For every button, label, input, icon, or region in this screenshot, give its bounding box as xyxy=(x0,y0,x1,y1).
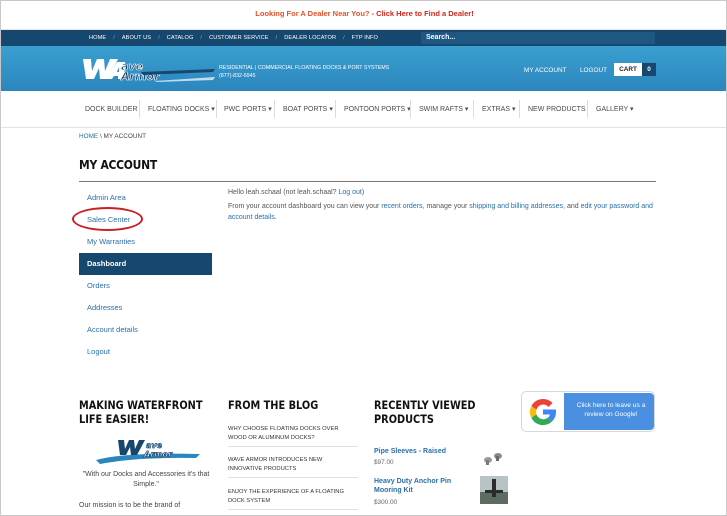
nav-gallery[interactable]: GALLERY ▾ xyxy=(596,91,634,128)
dealer-promo-bar[interactable]: Looking For A Dealer Near You? - Click H… xyxy=(1,1,726,30)
sidemenu-addresses[interactable]: Addresses xyxy=(79,297,212,319)
greeting: Hello leah.schaal (not leah.schaal? Log … xyxy=(228,189,365,196)
topnav-catalog[interactable]: CATALOG xyxy=(167,35,194,41)
blog-post-link[interactable]: ENJOY THE EXPERIENCE OF A FLOATING DOCK … xyxy=(228,488,358,510)
logout-link[interactable]: LOGOUT xyxy=(580,67,607,74)
header-phone[interactable]: (877)-832-6945 xyxy=(219,72,389,80)
chevron-down-icon: ▾ xyxy=(464,106,469,113)
page-title: MY ACCOUNT xyxy=(79,157,157,172)
chevron-down-icon: ▾ xyxy=(511,106,516,113)
dashboard-intro: From your account dashboard you can view… xyxy=(228,203,653,221)
topnav-ftp-info[interactable]: FTP INFO xyxy=(352,35,378,41)
topnav-about-us[interactable]: ABOUT US xyxy=(122,35,151,41)
nav-pontoon-ports[interactable]: PONTOON PORTS ▾ xyxy=(344,91,411,128)
recent-orders-link[interactable]: recent orders xyxy=(381,203,422,210)
dashboard-content: Hello leah.schaal (not leah.schaal? Log … xyxy=(228,187,658,223)
footer-blog-title: FROM THE BLOG xyxy=(228,398,319,412)
chevron-down-icon: ▾ xyxy=(630,106,634,113)
chevron-down-icon: ▾ xyxy=(329,106,333,113)
google-review-button[interactable]: Click here to leave us a review on Googl… xyxy=(521,391,655,432)
anchor-pin-kit-thumbnail[interactable] xyxy=(480,476,508,504)
nav-pwc-ports[interactable]: PWC PORTS ▾ xyxy=(224,91,272,128)
topnav-customer-service[interactable]: CUSTOMER SERVICE xyxy=(209,35,269,41)
product-price: $300.00 xyxy=(374,499,398,506)
svg-text:ave: ave xyxy=(146,441,163,450)
sidemenu-dashboard[interactable]: Dashboard xyxy=(79,253,212,275)
addresses-link[interactable]: shipping and billing addresses xyxy=(469,203,563,210)
product-link[interactable]: Pipe Sleeves - Raised xyxy=(374,447,474,456)
sales-center-highlight-circle xyxy=(72,207,143,231)
sidemenu-admin-area[interactable]: Admin Area xyxy=(79,187,212,209)
sidemenu-logout[interactable]: Logout xyxy=(79,341,212,363)
footer-mission: Our mission is to be the brand of xyxy=(79,502,181,509)
product-price: $97.00 xyxy=(374,459,394,466)
footer-recently-viewed-title: RECENTLY VIEWED PRODUCTS xyxy=(374,398,476,426)
search-input[interactable]: Search... xyxy=(421,32,655,44)
sidemenu-my-warranties[interactable]: My Warranties xyxy=(79,231,212,253)
footer-col1-title: MAKING WATERFRONT LIFE EASIER! xyxy=(79,398,203,426)
nav-swim-rafts[interactable]: SWIM RAFTS ▾ xyxy=(419,91,468,128)
promo-question: Looking For A Dealer Near You? xyxy=(255,9,370,18)
cart-count-badge[interactable]: 0 xyxy=(642,63,656,76)
review-cta-text: Click here to leave us a review on Googl… xyxy=(576,402,646,418)
nav-extras[interactable]: EXTRAS ▾ xyxy=(482,91,515,128)
find-dealer-link[interactable]: Click Here to Find a Dealer! xyxy=(376,9,474,18)
page-frame: Looking For A Dealer Near You? - Click H… xyxy=(0,0,727,516)
breadcrumb-home[interactable]: HOME xyxy=(79,133,98,140)
nav-boat-ports[interactable]: BOAT PORTS ▾ xyxy=(283,91,333,128)
title-divider xyxy=(79,181,656,182)
top-utility-nav: HOME / ABOUT US / CATALOG / CUSTOMER SER… xyxy=(1,30,726,46)
chevron-down-icon: ▾ xyxy=(268,106,272,113)
breadcrumb-current: MY ACCOUNT xyxy=(103,133,147,140)
main-nav: DOCK BUILDER FLOATING DOCKS ▾ PWC PORTS … xyxy=(1,91,726,128)
blog-post-link[interactable]: WAVE ARMOR INTRODUCES NEW INNOVATIVE PRO… xyxy=(228,456,358,478)
log-out-link[interactable]: Log out xyxy=(339,189,362,196)
svg-text:Armor: Armor xyxy=(143,450,173,459)
wave-armor-logo[interactable]: ave Armor xyxy=(77,56,215,82)
nav-floating-docks[interactable]: FLOATING DOCKS ▾ xyxy=(148,91,215,128)
footer-quote: "With our Docks and Accessories it's tha… xyxy=(82,471,210,488)
blog-post-link[interactable]: WHY CHOOSE FLOATING DOCKS OVER WOOD OR A… xyxy=(228,425,358,447)
site-header: ave Armor RESIDENTIAL | COMMERCIAL FLOAT… xyxy=(1,46,726,91)
sidemenu-orders[interactable]: Orders xyxy=(79,275,212,297)
product-link[interactable]: Heavy Duty Anchor Pin Mooring Kit xyxy=(374,477,474,495)
wave-armor-footer-logo[interactable]: ave Armor xyxy=(96,438,200,465)
google-logo-icon xyxy=(529,398,557,426)
pipe-sleeves-thumbnail[interactable] xyxy=(481,449,505,467)
topnav-dealer-locator[interactable]: DEALER LOCATOR xyxy=(284,35,336,41)
breadcrumb: HOME \ MY ACCOUNT xyxy=(79,133,147,140)
cart-button[interactable]: CART xyxy=(614,63,642,76)
nav-new-products[interactable]: NEW PRODUCTS xyxy=(528,91,586,128)
header-tagline: RESIDENTIAL | COMMERCIAL FLOATING DOCKS … xyxy=(219,65,390,80)
my-account-link[interactable]: MY ACCOUNT xyxy=(524,67,567,74)
nav-dock-builder[interactable]: DOCK BUILDER xyxy=(85,91,138,128)
chevron-down-icon: ▾ xyxy=(211,106,215,113)
sidemenu-account-details[interactable]: Account details xyxy=(79,319,212,341)
topnav-home[interactable]: HOME xyxy=(89,35,106,41)
